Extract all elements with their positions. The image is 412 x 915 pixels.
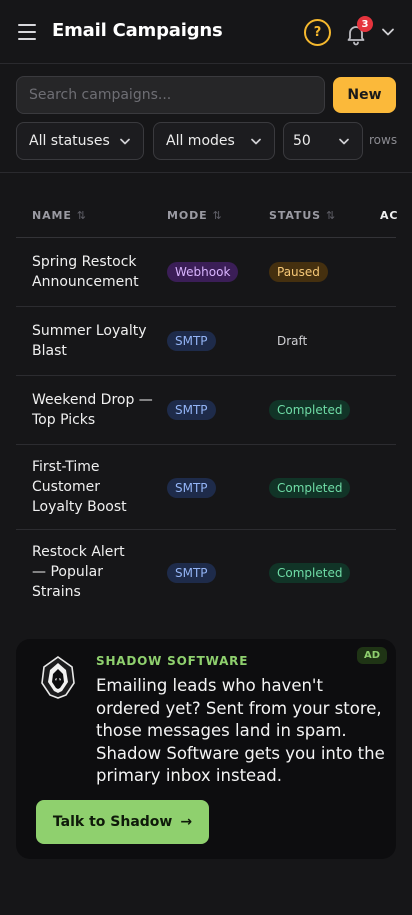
- help-icon-glyph: ?: [313, 25, 322, 40]
- rows-label: rows: [369, 133, 398, 147]
- ad-brand: SHADOW SOFTWARE: [96, 654, 249, 668]
- column-header-label: NAME: [32, 209, 72, 222]
- chevron-down-icon: [251, 138, 261, 145]
- page-title: Email Campaigns: [52, 20, 223, 41]
- table-row[interactable]: Restock Alert — Popular Strains SMTP Com…: [16, 530, 396, 616]
- ad-text: Emailing leads who haven't ordered yet? …: [96, 676, 385, 785]
- ad-card: SHADOW SOFTWARE AD Emailing leads who ha…: [16, 639, 396, 859]
- table-row[interactable]: First-Time Customer Loyalty Boost SMTP C…: [16, 445, 396, 530]
- status-filter-select[interactable]: All statuses: [16, 122, 144, 160]
- status-filter-value: All statuses: [29, 133, 110, 149]
- status-badge: Completed: [269, 478, 351, 498]
- campaign-name[interactable]: Spring Restock Announcement: [32, 252, 162, 292]
- status-badge: Completed: [269, 400, 351, 420]
- column-header-label: AC: [380, 209, 399, 222]
- ad-tag: AD: [357, 647, 387, 664]
- new-campaign-button[interactable]: New: [333, 77, 396, 113]
- campaign-name[interactable]: Weekend Drop — Top Picks: [32, 390, 162, 430]
- notification-badge: 3: [357, 16, 373, 32]
- table-row[interactable]: Spring Restock Announcement Webhook Paus…: [16, 238, 396, 307]
- help-icon[interactable]: ?: [304, 19, 331, 46]
- column-header-actions: AC: [380, 209, 398, 222]
- mode-badge: SMTP: [167, 331, 216, 351]
- sort-icon: ⇅: [212, 209, 222, 222]
- chevron-down-icon[interactable]: [381, 27, 395, 37]
- status-badge: Paused: [269, 262, 328, 282]
- status-badge: Completed: [269, 563, 351, 583]
- arrow-right-icon: →: [180, 814, 193, 830]
- campaign-name[interactable]: Summer Loyalty Blast: [32, 321, 162, 361]
- search-input[interactable]: [16, 76, 325, 114]
- table-header: NAME ⇅ MODE ⇅ STATUS ⇅ AC: [16, 196, 398, 238]
- menu-icon[interactable]: [18, 24, 36, 40]
- column-header-label: STATUS: [269, 209, 321, 222]
- shadow-logo-icon: [41, 656, 75, 699]
- column-header-label: MODE: [167, 209, 208, 222]
- table-row[interactable]: Summer Loyalty Blast SMTP Draft: [16, 307, 396, 376]
- mode-filter-select[interactable]: All modes: [153, 122, 275, 160]
- chevron-down-icon: [339, 138, 349, 145]
- app-header: Email Campaigns ? 3: [0, 0, 412, 64]
- page-size-select[interactable]: 50: [283, 122, 363, 160]
- status-badge: Draft: [277, 334, 308, 348]
- column-header-status[interactable]: STATUS ⇅: [269, 209, 335, 222]
- sort-icon: ⇅: [76, 209, 86, 222]
- mode-badge: SMTP: [167, 563, 216, 583]
- mode-filter-value: All modes: [166, 133, 235, 149]
- campaign-name[interactable]: Restock Alert — Popular Strains: [32, 542, 142, 602]
- sort-icon: ⇅: [326, 209, 336, 222]
- mode-badge: SMTP: [167, 478, 216, 498]
- mode-badge: SMTP: [167, 400, 216, 420]
- column-header-name[interactable]: NAME ⇅: [32, 209, 86, 222]
- campaign-name[interactable]: First-Time Customer Loyalty Boost: [32, 457, 142, 517]
- mode-badge: Webhook: [167, 262, 239, 282]
- talk-to-shadow-button[interactable]: Talk to Shadow →: [36, 800, 209, 844]
- table-row[interactable]: Weekend Drop — Top Picks SMTP Completed: [16, 376, 396, 445]
- chevron-down-icon: [120, 138, 130, 145]
- column-header-mode[interactable]: MODE ⇅: [167, 209, 222, 222]
- ad-cta-label: Talk to Shadow: [52, 814, 173, 830]
- page-size-value: 50: [293, 133, 311, 149]
- divider: [0, 172, 412, 173]
